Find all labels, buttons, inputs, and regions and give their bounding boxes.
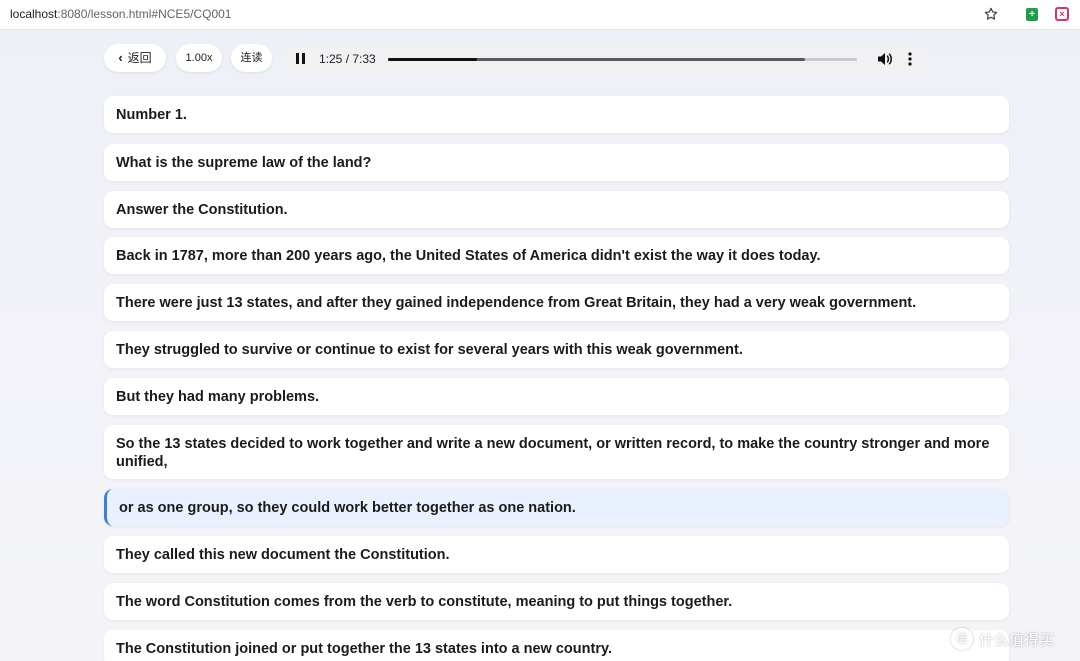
more-options-icon[interactable] (908, 52, 912, 66)
extension-pink-icon[interactable]: × (1055, 7, 1069, 21)
sentence-text: Number 1. (116, 106, 187, 123)
watermark-badge-icon: 值 (951, 628, 973, 650)
sentence-row[interactable]: Back in 1787, more than 200 years ago, t… (104, 237, 1009, 274)
url-text[interactable]: localhost:8080/lesson.html#NCE5/CQ001 (10, 7, 231, 21)
back-button[interactable]: ‹ 返回 (104, 44, 166, 72)
audio-player: 1:25 / 7:33 (282, 44, 931, 74)
sentence-row[interactable]: They struggled to survive or continue to… (104, 331, 1009, 368)
watermark-text: 什么值得买 (979, 631, 1055, 649)
sentence-text: or as one group, so they could work bett… (119, 499, 576, 516)
extension-green-icon[interactable]: + (1026, 8, 1038, 21)
speed-button[interactable]: 1.00x (176, 44, 222, 72)
back-label: 返回 (127, 51, 152, 65)
sentence-text: What is the supreme law of the land? (116, 154, 372, 171)
sentence-row[interactable]: But they had many problems. (104, 378, 1009, 415)
sentence-row[interactable]: Answer the Constitution. (104, 191, 1009, 228)
chevron-left-icon: ‹ (118, 50, 123, 65)
seek-track[interactable] (388, 58, 857, 61)
sentence-row-active[interactable]: or as one group, so they could work bett… (104, 489, 1009, 526)
continuous-read-button[interactable]: 连读 (231, 44, 272, 72)
sentence-row[interactable]: There were just 13 states, and after the… (104, 284, 1009, 321)
time-display: 1:25 / 7:33 (319, 52, 376, 66)
sentence-row[interactable]: Number 1. (104, 96, 1009, 133)
sentence-text: Answer the Constitution. (116, 201, 288, 218)
volume-icon[interactable] (877, 52, 893, 66)
url-host: localhost (10, 7, 58, 21)
sentence-text: They called this new document the Consti… (116, 546, 450, 563)
seek-played (388, 58, 478, 61)
sentence-text: So the 13 states decided to work togethe… (116, 436, 990, 470)
sentence-row[interactable]: The word Constitution comes from the ver… (104, 583, 1009, 620)
bookmark-star-icon[interactable] (983, 6, 999, 22)
sentence-row[interactable]: They called this new document the Consti… (104, 536, 1009, 573)
sentence-text: Back in 1787, more than 200 years ago, t… (116, 247, 821, 264)
sentence-text: The word Constitution comes from the ver… (116, 593, 733, 610)
watermark: 值 什么值得买 (951, 627, 1054, 651)
sentence-row[interactable]: So the 13 states decided to work togethe… (104, 425, 1009, 479)
browser-url-bar[interactable]: localhost:8080/lesson.html#NCE5/CQ001 + … (0, 0, 1080, 30)
sentence-row[interactable]: What is the supreme law of the land? (104, 144, 1009, 181)
url-path: :8080/lesson.html#NCE5/CQ001 (57, 7, 232, 21)
sentence-text: But they had many problems. (116, 388, 320, 405)
sentence-text: There were just 13 states, and after the… (116, 294, 917, 311)
sentence-row[interactable]: The Constitution joined or put together … (104, 630, 1009, 661)
sentence-text: The Constitution joined or put together … (116, 640, 612, 657)
pause-icon[interactable] (296, 53, 306, 64)
sentence-text: They struggled to survive or continue to… (116, 341, 743, 358)
